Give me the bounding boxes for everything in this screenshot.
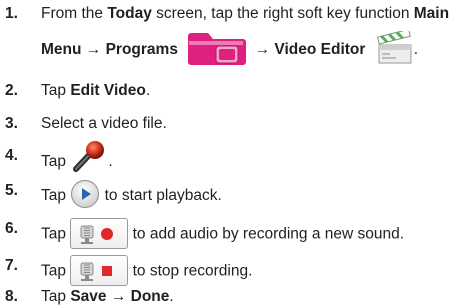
microphone-icon: [70, 140, 108, 172]
step-4: 4. Tap .: [0, 141, 471, 172]
step-text: Tap: [41, 288, 71, 305]
step-7-text: Tap to stop recording.: [41, 255, 253, 287]
period: .: [145, 82, 151, 99]
step-text: to add audio by recording a new sound.: [128, 225, 405, 243]
step-2-text: Tap Edit Video.: [41, 81, 150, 101]
instruction-page: 1. From the Today screen, tap the right …: [0, 0, 471, 306]
step-number: 8.: [5, 288, 18, 305]
step-6: 6. Tap to add audio by recording a new s…: [0, 218, 471, 249]
play-button-icon: [70, 179, 100, 209]
step-text: Tap: [41, 153, 71, 171]
step-5-text: Tap to start playback.: [41, 179, 222, 211]
arrow-symbol: →: [85, 41, 102, 59]
step-number: 3.: [5, 115, 18, 132]
step-number: 6.: [5, 220, 18, 237]
record-audio-button-icon: [70, 218, 129, 249]
period: .: [169, 288, 174, 305]
step-3: 3. Select a video file.: [0, 114, 471, 134]
main-label: Main: [413, 5, 450, 22]
step-number: 4.: [5, 147, 18, 164]
step-text: From the: [41, 5, 108, 22]
step-8: 8. Tap Save → Done.: [0, 287, 471, 307]
step-2: 2. Tap Edit Video.: [0, 81, 471, 101]
period: .: [108, 153, 113, 171]
step-7: 7. Tap to stop recording.: [0, 255, 471, 286]
today-label: Today: [107, 5, 152, 22]
programs-folder-icon: [186, 29, 247, 67]
step-text: screen, tap the right soft key function: [151, 5, 414, 22]
save-label: Save: [70, 288, 107, 305]
step-text: to stop recording.: [128, 262, 253, 280]
clapperboard-icon: [376, 28, 414, 65]
step-1-line-1: From the Today screen, tap the right sof…: [41, 4, 449, 24]
step-3-text: Select a video file.: [41, 114, 167, 134]
step-6-text: Tap to add audio by recording a new soun…: [41, 218, 405, 250]
step-number: 7.: [5, 257, 18, 274]
arrow-symbol: →: [110, 288, 127, 305]
video-editor-label: Video Editor: [274, 41, 366, 59]
step-number: 5.: [5, 182, 18, 199]
menu-label: Menu: [41, 41, 82, 59]
step-8-text: Tap Save → Done.: [41, 287, 174, 307]
step-text: to start playback.: [100, 187, 222, 205]
step-text: Select a video file.: [41, 115, 167, 132]
step-number: 1.: [5, 5, 18, 22]
step-text: Tap: [41, 187, 71, 205]
edit-video-label: Edit Video: [70, 82, 146, 99]
period: .: [413, 41, 419, 59]
step-1: 1. From the Today screen, tap the right …: [0, 4, 471, 65]
step-text: Tap: [41, 225, 71, 243]
stop-recording-button-icon: [70, 255, 129, 286]
step-1-line-2: Menu → Programs → Video Editor .: [41, 28, 419, 69]
done-label: Done: [130, 288, 170, 305]
step-text: Tap: [41, 82, 71, 99]
step-5: 5. Tap to start playback.: [0, 180, 471, 208]
arrow-symbol: →: [254, 41, 271, 59]
step-number: 2.: [5, 82, 18, 99]
step-text: Tap: [41, 262, 71, 280]
step-4-text: Tap .: [41, 141, 113, 178]
programs-label: Programs: [105, 41, 178, 59]
